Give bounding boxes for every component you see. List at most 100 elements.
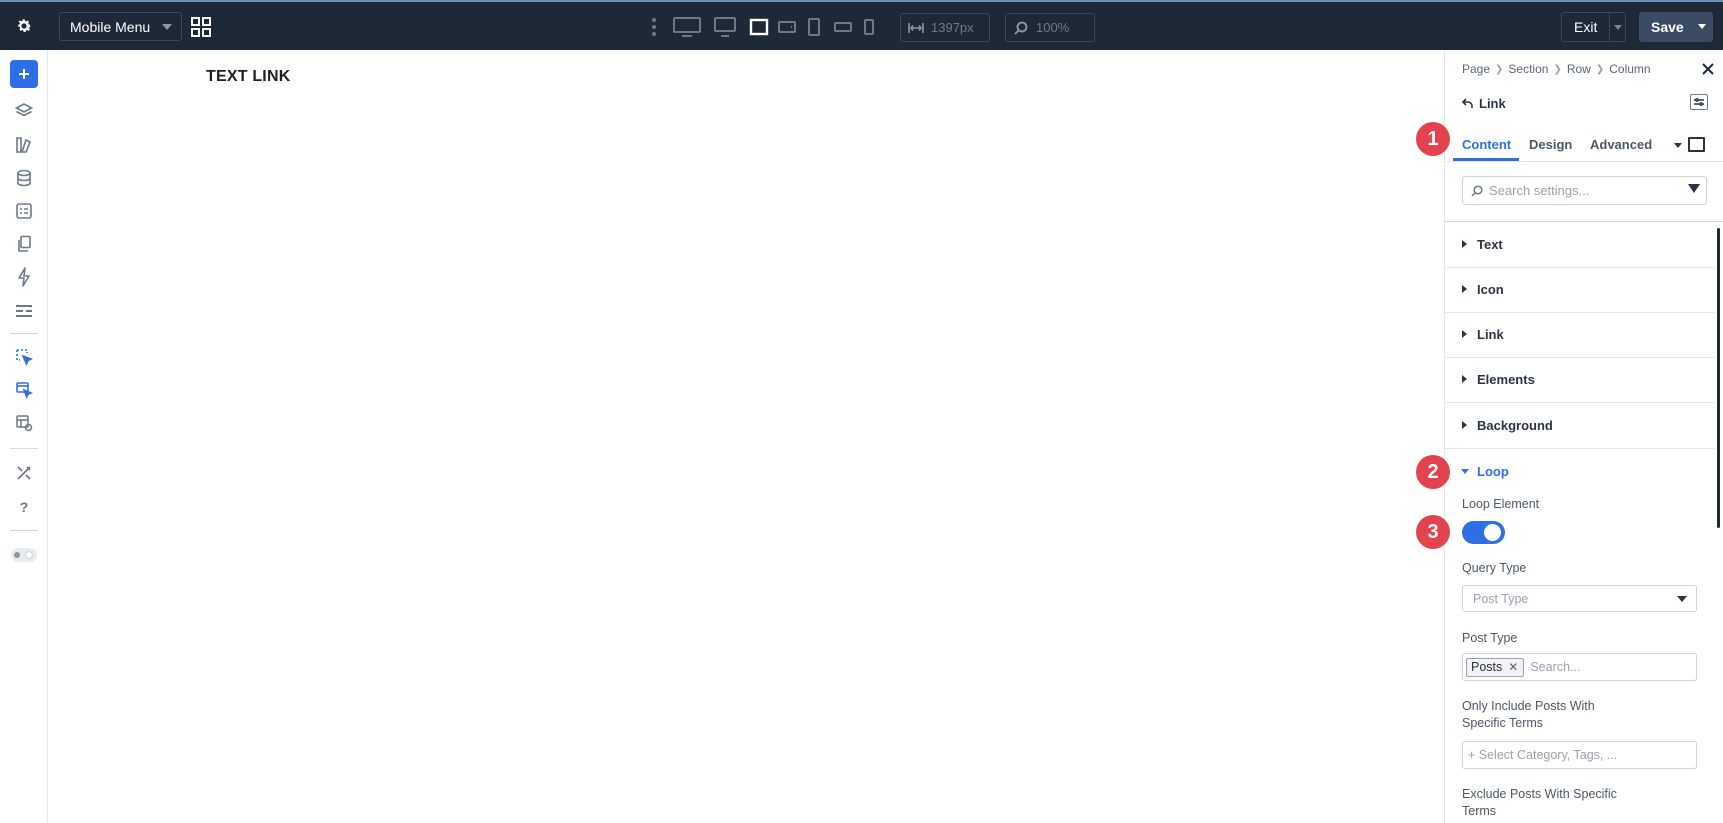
plus-icon — [19, 69, 29, 79]
panel-scrollbar[interactable] — [1717, 228, 1720, 528]
presets-button[interactable] — [1690, 94, 1708, 110]
zoom-search-icon — [1014, 21, 1028, 35]
viewport-widescreen-button[interactable] — [672, 14, 702, 40]
group-elements[interactable]: Elements — [1445, 358, 1715, 403]
query-type-label: Query Type — [1462, 561, 1527, 575]
copy-pages-icon — [18, 235, 31, 252]
phone-icon — [864, 19, 874, 35]
theme-mode-toggle[interactable] — [11, 548, 37, 562]
save-button[interactable]: Save — [1639, 12, 1713, 42]
sidebar-divider — [10, 448, 38, 449]
library-icon — [16, 137, 32, 153]
cursor-loop-icon — [16, 349, 33, 366]
loop-select-button[interactable] — [13, 379, 35, 401]
layers-button[interactable] — [13, 100, 35, 122]
forms-button[interactable] — [13, 200, 35, 222]
canvas-width-field[interactable]: 1397px — [900, 13, 990, 42]
include-terms-input[interactable]: + Select Category, Tags, ... — [1462, 741, 1697, 769]
viewport-tablet-landscape-button[interactable] — [777, 14, 797, 40]
group-label: Link — [1477, 327, 1504, 342]
close-panel-button[interactable] — [1701, 62, 1715, 76]
caret-right-icon — [1462, 375, 1467, 383]
caret-down-icon — [1461, 469, 1469, 474]
breadcrumb-column[interactable]: Column — [1609, 62, 1650, 76]
filter-icon[interactable] — [1688, 184, 1700, 193]
query-type-value: Post Type — [1473, 591, 1529, 606]
library-button[interactable] — [13, 134, 35, 156]
group-background[interactable]: Background — [1445, 404, 1715, 449]
template-eye-icon — [16, 415, 33, 432]
group-link[interactable]: Link — [1445, 313, 1715, 358]
grid-icon — [191, 17, 211, 37]
exclude-terms-label-line1: Exclude Posts With Specific — [1462, 787, 1617, 801]
page-select-label: Mobile Menu — [70, 18, 151, 35]
exit-button[interactable]: Exit — [1561, 12, 1626, 42]
back-arrow-icon[interactable] — [1462, 98, 1473, 109]
vertical-dots-icon — [652, 18, 656, 36]
group-loop[interactable]: Loop — [1445, 455, 1715, 485]
viewport-desktop-button[interactable] — [713, 14, 737, 40]
pages-button[interactable] — [13, 233, 35, 255]
layers-icon — [15, 103, 33, 117]
exit-label: Exit — [1574, 19, 1598, 35]
save-chevron-down-icon[interactable] — [1698, 24, 1706, 29]
sliders-icon — [16, 305, 32, 317]
actions-button[interactable] — [13, 266, 35, 288]
group-text[interactable]: Text — [1445, 223, 1715, 268]
viewport-phone-landscape-button[interactable] — [833, 14, 853, 40]
tabs-more-chevron-icon[interactable] — [1674, 143, 1682, 148]
search-placeholder: Search settings... — [1489, 183, 1590, 198]
canvas-text-link[interactable]: TEXT LINK — [206, 68, 290, 86]
breadcrumb-section[interactable]: Section — [1508, 62, 1548, 76]
tab-design[interactable]: Design — [1529, 137, 1572, 152]
settings-tabs: Content Design Advanced — [1445, 128, 1723, 161]
tab-advanced[interactable]: Advanced — [1590, 137, 1652, 152]
include-terms-label-line1: Only Include Posts With — [1462, 699, 1595, 713]
remove-chip-icon[interactable]: ✕ — [1508, 660, 1518, 674]
gear-icon — [18, 19, 32, 32]
loop-builder-button[interactable] — [13, 346, 35, 368]
builder-canvas[interactable]: TEXT LINK — [48, 50, 1444, 823]
help-button[interactable]: ? — [13, 496, 35, 518]
settings-gear-button[interactable] — [0, 2, 48, 50]
database-button[interactable] — [13, 167, 35, 189]
canvas-width-value: 1397px — [931, 20, 974, 35]
chevron-down-icon — [1677, 596, 1687, 602]
more-options-button[interactable] — [650, 16, 658, 38]
save-label: Save — [1651, 19, 1684, 35]
query-type-select[interactable]: Post Type — [1462, 585, 1697, 612]
zoom-value: 100% — [1036, 20, 1070, 35]
breadcrumb-page[interactable]: Page — [1462, 62, 1490, 76]
viewport-tablet-button[interactable] — [806, 14, 822, 40]
template-preview-button[interactable] — [13, 412, 35, 434]
layouts-grid-button[interactable] — [191, 17, 211, 37]
widescreen-icon — [673, 17, 701, 37]
group-icon[interactable]: Icon — [1445, 268, 1715, 313]
post-type-tags-input[interactable]: Posts ✕ Search... — [1462, 653, 1697, 681]
viewport-phone-button[interactable] — [862, 14, 876, 40]
post-type-chip: Posts ✕ — [1466, 657, 1525, 677]
group-label: Background — [1477, 418, 1553, 433]
zoom-field[interactable]: 100% — [1005, 13, 1095, 42]
lightning-icon — [18, 267, 30, 287]
expand-square-icon[interactable] — [1688, 137, 1705, 152]
exit-chevron-down-icon[interactable] — [1614, 25, 1622, 30]
left-sidebar: ? — [0, 50, 48, 823]
settings-search-input[interactable]: Search settings... — [1462, 176, 1707, 205]
settings-lines-button[interactable] — [13, 300, 35, 322]
post-type-label: Post Type — [1462, 631, 1518, 645]
step-badge-1: 1 — [1416, 122, 1450, 156]
breadcrumb-row[interactable]: Row — [1567, 62, 1591, 76]
loop-element-toggle[interactable] — [1462, 521, 1505, 544]
phone-landscape-icon — [834, 22, 852, 32]
tools-button[interactable] — [13, 462, 35, 484]
width-arrows-icon — [908, 23, 924, 33]
search-icon — [1471, 185, 1483, 197]
page-select-dropdown[interactable]: Mobile Menu — [59, 12, 182, 41]
viewport-laptop-button[interactable] — [748, 14, 770, 40]
caret-right-icon — [1462, 421, 1467, 429]
add-module-button[interactable] — [10, 60, 38, 88]
form-icon — [16, 203, 32, 219]
tab-content[interactable]: Content — [1462, 137, 1511, 152]
tablet-icon — [808, 18, 820, 36]
